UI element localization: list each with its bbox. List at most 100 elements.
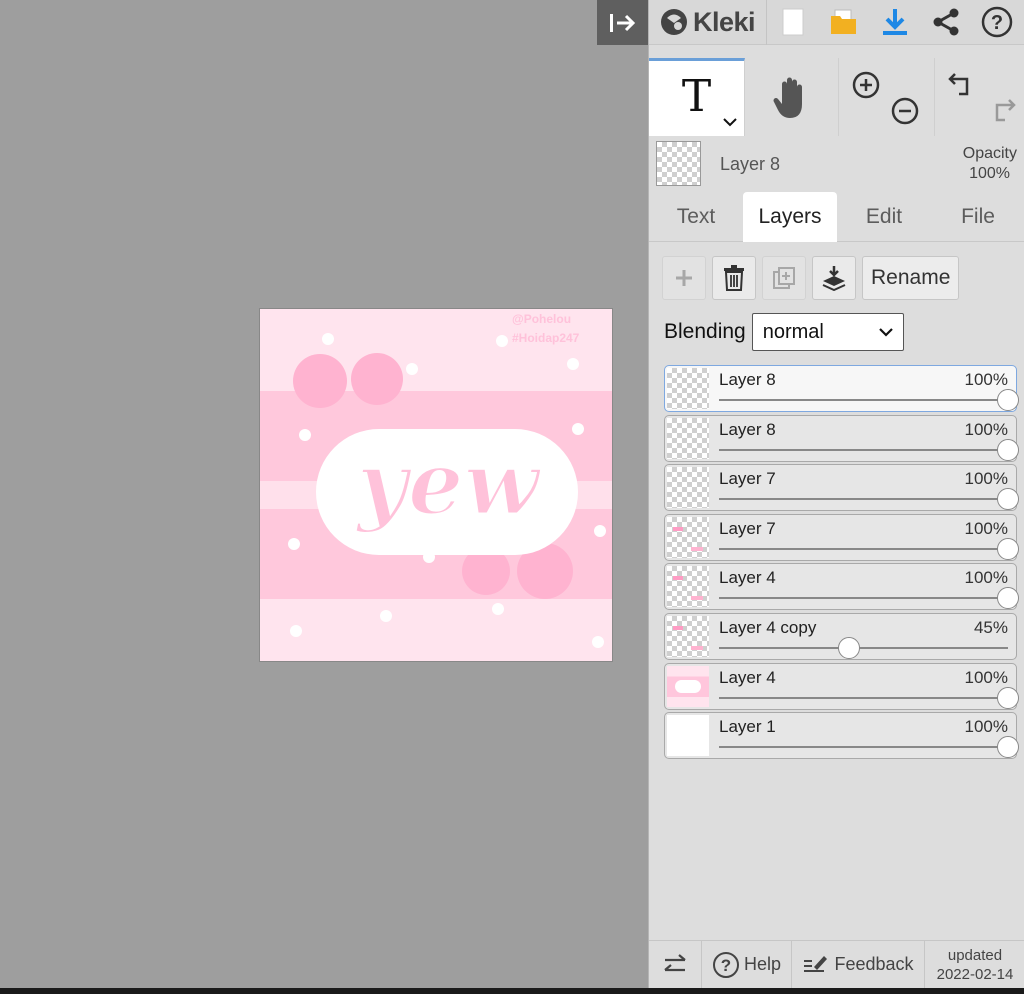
svg-text:?: ? bbox=[721, 956, 731, 975]
drawing-canvas[interactable]: yew @Pohelou #Hoidap247 bbox=[259, 308, 613, 662]
tab-layers[interactable]: Layers bbox=[743, 192, 837, 242]
layer-opacity: 100% bbox=[964, 717, 1008, 737]
swap-arrows-icon bbox=[664, 953, 686, 971]
help-icon: ? bbox=[981, 6, 1012, 38]
zoom-controls bbox=[839, 58, 935, 136]
history-controls bbox=[935, 58, 1024, 136]
layer-opacity: 100% bbox=[964, 419, 1008, 439]
tab-edit[interactable]: Edit bbox=[837, 192, 931, 242]
blending-select[interactable]: normal bbox=[751, 313, 904, 351]
swap-side-button[interactable] bbox=[649, 940, 702, 989]
tab-text[interactable]: Text bbox=[649, 192, 743, 242]
layer-row[interactable]: Layer 7 100% bbox=[664, 513, 1019, 561]
layer-opacity-slider-handle[interactable] bbox=[997, 438, 1019, 461]
layer-row[interactable]: Layer 4 100% bbox=[664, 662, 1019, 710]
help-button[interactable]: ? Help bbox=[702, 940, 792, 989]
text-tool-button[interactable]: T bbox=[649, 58, 745, 136]
share-button[interactable] bbox=[920, 0, 971, 45]
layer-opacity-slider[interactable] bbox=[719, 399, 1008, 401]
delete-layer-button[interactable] bbox=[712, 256, 756, 300]
kleki-logo-icon bbox=[661, 9, 687, 35]
canvas-workspace[interactable]: yew @Pohelou #Hoidap247 bbox=[0, 0, 648, 988]
canvas-word: yew bbox=[355, 431, 543, 535]
layer-thumbnail bbox=[667, 417, 709, 459]
layer-opacity: 45% bbox=[973, 617, 1008, 637]
merge-down-button[interactable] bbox=[812, 256, 856, 300]
layer-opacity-slider-handle[interactable] bbox=[997, 537, 1019, 560]
top-toolbar: Kleki ? bbox=[649, 0, 1024, 45]
layer-opacity-slider-handle[interactable] bbox=[997, 587, 1019, 610]
layer-row[interactable]: Layer 7 100% bbox=[664, 464, 1019, 512]
hand-tool-icon bbox=[773, 77, 802, 118]
layer-row[interactable]: Layer 8 100% bbox=[664, 365, 1019, 412]
feedback-pencil-icon bbox=[804, 955, 828, 972]
footer-bar: ? Help Feedback updated 2022-02-14 bbox=[649, 940, 1024, 989]
kleki-logo[interactable]: Kleki bbox=[649, 0, 767, 45]
layer-opacity: 100% bbox=[964, 370, 1008, 389]
layer-thumbnail bbox=[667, 467, 709, 509]
layer-opacity-slider[interactable] bbox=[719, 646, 1008, 649]
help-icon: ? bbox=[712, 951, 739, 978]
help-top-button[interactable]: ? bbox=[971, 0, 1022, 45]
layer-row[interactable]: Layer 8 100% bbox=[664, 414, 1019, 462]
layer-row[interactable]: Layer 1 100% bbox=[664, 712, 1019, 760]
layer-opacity: 100% bbox=[964, 518, 1008, 538]
watermark-line-1: @Pohelou bbox=[512, 312, 571, 326]
layer-row[interactable]: Layer 4 100% bbox=[664, 563, 1019, 611]
layer-row[interactable]: Layer 4 copy 45% bbox=[664, 612, 1017, 660]
current-layer-name: Layer 8 bbox=[720, 154, 781, 174]
layer-opacity-slider[interactable] bbox=[719, 448, 1008, 451]
opacity-value: 100% bbox=[969, 165, 1010, 182]
layer-opacity-slider-handle[interactable] bbox=[997, 488, 1019, 511]
layer-opacity-slider-handle[interactable] bbox=[997, 389, 1019, 411]
blending-label: Blending bbox=[664, 320, 746, 343]
feedback-button[interactable]: Feedback bbox=[792, 940, 925, 989]
bottom-edge bbox=[0, 988, 1024, 994]
new-image-icon bbox=[782, 8, 803, 36]
sidebar-panel: Kleki ? T Layer 8 Opacity 100% Text Laye… bbox=[648, 0, 1024, 989]
trash-icon bbox=[724, 265, 744, 291]
layer-name: Layer 4 bbox=[719, 667, 776, 687]
layer-opacity: 100% bbox=[964, 568, 1008, 588]
duplicate-icon bbox=[773, 267, 795, 289]
rename-layer-button[interactable]: Rename bbox=[862, 256, 960, 300]
zoom-in-icon[interactable] bbox=[851, 70, 881, 100]
current-layer-info: Layer 8 Opacity 100% bbox=[649, 136, 1024, 192]
layer-opacity-slider[interactable] bbox=[719, 696, 1008, 699]
layer-opacity-slider[interactable] bbox=[719, 746, 1008, 749]
layer-list: Layer 8 100% Layer 8 100% Layer 7 100% Layer 7… bbox=[664, 365, 1019, 762]
layer-opacity-slider[interactable] bbox=[719, 547, 1008, 550]
layer-name: Layer 4 copy bbox=[719, 617, 817, 637]
layer-name: Layer 7 bbox=[719, 518, 776, 538]
duplicate-layer-button[interactable] bbox=[762, 256, 806, 300]
layer-opacity-slider[interactable] bbox=[719, 498, 1008, 501]
updated-info: updated 2022-02-14 bbox=[925, 946, 1024, 984]
tab-file[interactable]: File bbox=[931, 192, 1024, 242]
zoom-out-icon[interactable] bbox=[890, 96, 920, 126]
layer-thumbnail bbox=[667, 566, 709, 608]
layer-name: Layer 7 bbox=[719, 469, 776, 489]
hand-tool-button[interactable] bbox=[745, 58, 839, 136]
layer-thumbnail bbox=[667, 715, 709, 757]
layer-opacity: 100% bbox=[964, 469, 1008, 489]
updated-label: updated bbox=[947, 946, 1003, 964]
layer-opacity-slider[interactable] bbox=[719, 597, 1008, 600]
layer-opacity-slider-handle[interactable] bbox=[997, 736, 1019, 759]
download-button[interactable] bbox=[869, 0, 920, 45]
redo-icon[interactable] bbox=[987, 96, 1017, 124]
collapse-sidebar-button[interactable] bbox=[597, 0, 648, 45]
blending-control: Blending normal bbox=[664, 313, 904, 351]
add-layer-button[interactable] bbox=[662, 256, 706, 300]
new-image-button[interactable] bbox=[767, 0, 818, 45]
undo-icon[interactable] bbox=[947, 70, 977, 98]
layer-opacity-slider-handle[interactable] bbox=[838, 636, 861, 659]
collapse-arrow-icon bbox=[609, 13, 635, 32]
layer-thumbnail bbox=[667, 516, 709, 558]
chevron-down-icon[interactable] bbox=[723, 117, 737, 127]
panel-tabs: Text Layers Edit File bbox=[649, 192, 1024, 242]
layer-opacity-slider-handle[interactable] bbox=[997, 686, 1019, 709]
blending-value: normal bbox=[762, 320, 824, 343]
open-button[interactable] bbox=[818, 0, 869, 45]
layer-thumbnail bbox=[667, 615, 709, 657]
layer-thumbnail bbox=[667, 665, 709, 707]
